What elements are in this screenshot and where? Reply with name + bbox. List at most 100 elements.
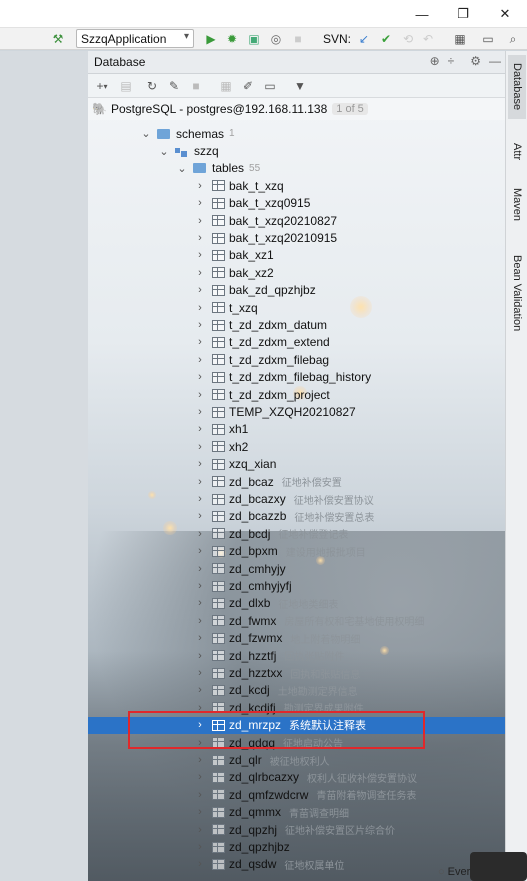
table-row[interactable]: › bak_xz1 (88, 247, 505, 264)
table-row[interactable]: › zd_qpzhjbz (88, 838, 505, 855)
chevron-right-icon[interactable]: › (194, 232, 206, 244)
chevron-right-icon[interactable]: › (194, 737, 206, 749)
event-log-button[interactable]: ○ Ever (438, 862, 527, 881)
filter-icon[interactable]: ▼ (292, 78, 308, 94)
chevron-right-icon[interactable]: › (194, 406, 206, 418)
chevron-right-icon[interactable]: › (194, 580, 206, 592)
chevron-right-icon[interactable]: › (194, 197, 206, 209)
table-row[interactable]: › zd_qpzhj 征地补偿安置区片综合价 (88, 821, 505, 838)
tab-maven[interactable]: Maven (508, 181, 526, 229)
refresh-icon[interactable]: ↻ (144, 78, 160, 94)
table-row[interactable]: › zd_cmhyjyfj (88, 577, 505, 594)
chevron-right-icon[interactable]: › (194, 754, 206, 766)
table-row[interactable]: › zd_qlr 被征地权利人 (88, 751, 505, 768)
coverage-icon[interactable]: ▣ (246, 30, 262, 48)
chevron-right-icon[interactable]: › (194, 702, 206, 714)
chevron-right-icon[interactable]: › (194, 180, 206, 192)
chevron-right-icon[interactable]: › (194, 510, 206, 522)
split-icon[interactable]: ÷ (448, 54, 455, 68)
chevron-right-icon[interactable]: › (194, 632, 206, 644)
connection-row[interactable]: 🐘 PostgreSQL - postgres@192.168.11.138 1… (88, 98, 505, 120)
table-row[interactable]: › xzq_xian (88, 456, 505, 473)
globe-icon[interactable]: ⊕ (430, 54, 440, 68)
maximize-button[interactable]: ❐ (443, 0, 483, 28)
table-row[interactable]: › t_zd_zdxm_filebag (88, 351, 505, 368)
chevron-right-icon[interactable]: › (194, 389, 206, 401)
chevron-right-icon[interactable]: › (194, 249, 206, 261)
chevron-right-icon[interactable]: › (194, 824, 206, 836)
chevron-right-icon[interactable]: › (194, 371, 206, 383)
table-row[interactable]: › zd_cmhyjy (88, 560, 505, 577)
table-row[interactable]: › t_zd_zdxm_extend (88, 334, 505, 351)
table-row[interactable]: › zd_bcazzb 征地补偿安置总表 (88, 508, 505, 525)
table-row[interactable]: › TEMP_XZQH20210827 (88, 403, 505, 420)
table-row[interactable]: › xh1 (88, 421, 505, 438)
table-row[interactable]: › zd_hzztfj 回执张贴附件 (88, 647, 505, 664)
chevron-right-icon[interactable]: › (194, 615, 206, 627)
table-row[interactable]: › zd_dlxb 征地地类细表 (88, 595, 505, 612)
run-icon[interactable]: ▶ (203, 30, 219, 48)
debug-icon[interactable]: ✹ (224, 30, 240, 48)
close-button[interactable]: ✕ (485, 0, 525, 28)
hide-icon[interactable]: — (489, 54, 501, 68)
schema-settings-icon[interactable]: ✎ (166, 78, 182, 94)
chevron-right-icon[interactable]: › (194, 284, 206, 296)
schemas-node[interactable]: ⌄ schemas 1 (88, 125, 505, 142)
chevron-right-icon[interactable]: › (194, 858, 206, 870)
table-row[interactable]: › zd_hzztxx 回执和张贴信息 (88, 664, 505, 681)
table-row[interactable]: › zd_qmmx 青苗调查明细 (88, 804, 505, 821)
chevron-right-icon[interactable]: › (194, 667, 206, 679)
profile-icon[interactable]: ◎ (268, 30, 284, 48)
schema-node[interactable]: ⌄ szzq (88, 142, 505, 159)
stop-icon[interactable]: ■ (188, 78, 204, 94)
chevron-right-icon[interactable]: › (194, 302, 206, 314)
history-icon[interactable]: ⟲ (400, 30, 416, 48)
chevron-right-icon[interactable]: › (194, 684, 206, 696)
chevron-right-icon[interactable]: › (194, 789, 206, 801)
revert-icon[interactable]: ↶ (420, 30, 436, 48)
svn-commit-icon[interactable]: ✔ (378, 30, 394, 48)
gear-icon[interactable]: ⚙ (470, 54, 481, 68)
table-row[interactable]: › bak_zd_qpzhjbz (88, 282, 505, 299)
table-row[interactable]: › zd_fzwmx 地上附着物明细 (88, 630, 505, 647)
project-structure-icon[interactable]: ▦ (452, 30, 468, 48)
chevron-right-icon[interactable]: › (194, 458, 206, 470)
table-row[interactable]: › zd_bcaz 征地补偿安置 (88, 473, 505, 490)
chevron-right-icon[interactable]: › (194, 841, 206, 853)
tables-node[interactable]: ⌄ tables 55 (88, 160, 505, 177)
table-row[interactable]: › t_zd_zdxm_filebag_history (88, 369, 505, 386)
chevron-right-icon[interactable]: › (194, 806, 206, 818)
add-icon[interactable]: + ▾ (94, 78, 110, 94)
table-icon[interactable]: ▦ (218, 78, 234, 94)
table-row[interactable]: › bak_t_xzq20210915 (88, 229, 505, 246)
terminal-icon[interactable]: ▭ (480, 30, 496, 48)
table-row[interactable]: › bak_xz2 (88, 264, 505, 281)
chevron-right-icon[interactable]: › (194, 423, 206, 435)
table-row[interactable]: › zd_mrzpz 系统默认注释表 (88, 716, 505, 734)
search-icon[interactable]: ⌕ (505, 30, 521, 48)
table-row[interactable]: › zd_fwmx 房屋所有权和宅基地使用权明细 (88, 612, 505, 629)
svn-update-icon[interactable]: ↙ (356, 30, 372, 48)
properties-icon[interactable]: ▤ (118, 78, 134, 94)
chevron-right-icon[interactable]: › (194, 493, 206, 505)
table-row[interactable]: › zd_bpxm 建设用地报批项目 (88, 543, 505, 560)
chevron-right-icon[interactable]: › (194, 650, 206, 662)
edit-icon[interactable]: ✐ (240, 78, 256, 94)
tab-bean-validation[interactable]: Bean Validation (508, 247, 526, 339)
table-row[interactable]: › zd_qdqq 征地启动公告 (88, 734, 505, 751)
table-row[interactable]: › zd_qmfzwdcrw 青苗附着物调查任务表 (88, 786, 505, 803)
hammer-icon[interactable]: ⚒ (50, 30, 66, 48)
table-row[interactable]: › bak_t_xzq20210827 (88, 212, 505, 229)
table-row[interactable]: › bak_t_xzq (88, 177, 505, 194)
table-row[interactable]: › zd_bcazxy 征地补偿安置协议 (88, 490, 505, 507)
table-row[interactable]: › zd_qlrbcazxy 权利人征收补偿安置协议 (88, 769, 505, 786)
chevron-right-icon[interactable]: › (194, 476, 206, 488)
table-row[interactable]: › t_zd_zdxm_datum (88, 316, 505, 333)
table-row[interactable]: › xh2 (88, 438, 505, 455)
table-row[interactable]: › t_xzq (88, 299, 505, 316)
table-row[interactable]: › t_zd_zdxm_project (88, 386, 505, 403)
chevron-down-icon[interactable]: ⌄ (158, 145, 170, 158)
stop-icon[interactable]: ■ (290, 30, 306, 48)
chevron-right-icon[interactable]: › (194, 719, 206, 731)
chevron-right-icon[interactable]: › (194, 336, 206, 348)
